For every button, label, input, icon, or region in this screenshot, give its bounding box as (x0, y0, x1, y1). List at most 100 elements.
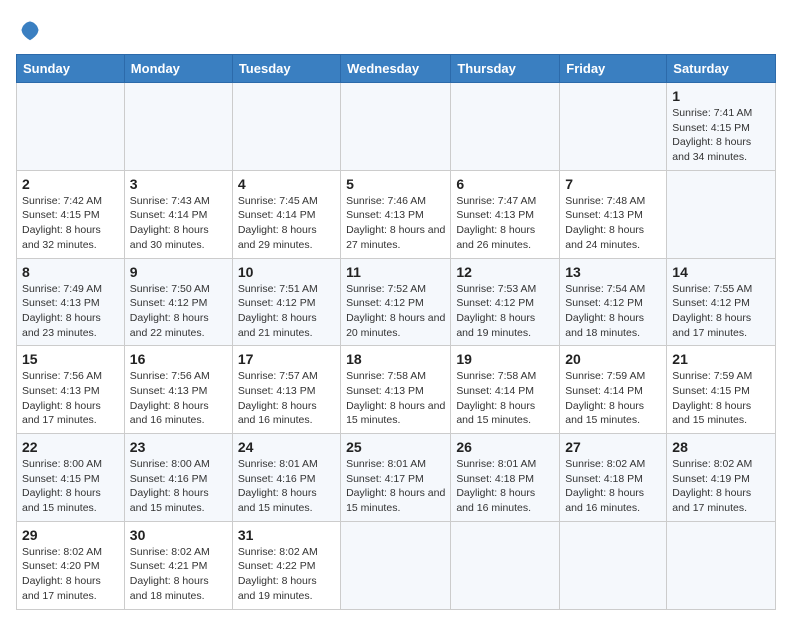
logo (16, 16, 48, 44)
day-cell-19: 19Sunrise: 7:58 AMSunset: 4:14 PMDayligh… (451, 346, 560, 434)
day-info: Sunrise: 7:48 AMSunset: 4:13 PMDaylight:… (565, 194, 661, 253)
day-info: Sunrise: 7:53 AMSunset: 4:12 PMDaylight:… (456, 282, 554, 341)
empty-cell (17, 83, 125, 171)
day-info: Sunrise: 8:01 AMSunset: 4:16 PMDaylight:… (238, 457, 335, 516)
weekday-header-row: SundayMondayTuesdayWednesdayThursdayFrid… (17, 55, 776, 83)
day-number: 13 (565, 264, 661, 280)
day-info: Sunrise: 7:58 AMSunset: 4:13 PMDaylight:… (346, 369, 445, 428)
day-info: Sunrise: 7:57 AMSunset: 4:13 PMDaylight:… (238, 369, 335, 428)
day-number: 6 (456, 176, 554, 192)
day-info: Sunrise: 8:00 AMSunset: 4:16 PMDaylight:… (130, 457, 227, 516)
day-cell-22: 22 Sunrise: 8:00 AMSunset: 4:15 PMDayligh… (17, 434, 125, 522)
day-cell-2: 2 Sunrise: 7:42 AMSunset: 4:15 PMDaylight… (17, 170, 125, 258)
day-number: 20 (565, 351, 661, 367)
day-number: 29 (22, 527, 119, 543)
day-number: 16 (130, 351, 227, 367)
day-info: Sunrise: 7:43 AMSunset: 4:14 PMDaylight:… (130, 194, 227, 253)
day-cell-16: 16 Sunrise: 7:56 AMSunset: 4:13 PMDayligh… (124, 346, 232, 434)
weekday-header-wednesday: Wednesday (341, 55, 451, 83)
day-number: 2 (22, 176, 119, 192)
empty-cell (667, 521, 776, 609)
day-cell-13: 13 Sunrise: 7:54 AMSunset: 4:12 PMDayligh… (560, 258, 667, 346)
day-cell-21: 21 Sunrise: 7:59 AMSunset: 4:15 PMDayligh… (667, 346, 776, 434)
day-info: Sunrise: 7:49 AMSunset: 4:13 PMDaylight:… (22, 282, 119, 341)
logo-icon (16, 16, 44, 44)
day-number: 4 (238, 176, 335, 192)
day-info: Sunrise: 8:02 AMSunset: 4:21 PMDaylight:… (130, 545, 227, 604)
day-cell-5: 5Sunrise: 7:46 AMSunset: 4:13 PMDaylight… (341, 170, 451, 258)
day-number: 24 (238, 439, 335, 455)
day-info: Sunrise: 7:52 AMSunset: 4:12 PMDaylight:… (346, 282, 445, 341)
weekday-header-tuesday: Tuesday (232, 55, 340, 83)
day-number: 25 (346, 439, 445, 455)
day-cell-20: 20 Sunrise: 7:59 AMSunset: 4:14 PMDayligh… (560, 346, 667, 434)
day-number: 1 (672, 88, 770, 104)
empty-cell (560, 83, 667, 171)
day-number: 18 (346, 351, 445, 367)
day-number: 31 (238, 527, 335, 543)
weekday-header-monday: Monday (124, 55, 232, 83)
empty-cell (124, 83, 232, 171)
empty-cell (232, 83, 340, 171)
day-info: Sunrise: 8:01 AMSunset: 4:18 PMDaylight:… (456, 457, 554, 516)
empty-cell (341, 83, 451, 171)
day-cell-17: 17 Sunrise: 7:57 AMSunset: 4:13 PMDayligh… (232, 346, 340, 434)
empty-cell (341, 521, 451, 609)
weekday-header-friday: Friday (560, 55, 667, 83)
day-cell-24: 24 Sunrise: 8:01 AMSunset: 4:16 PMDayligh… (232, 434, 340, 522)
day-number: 26 (456, 439, 554, 455)
weekday-header-sunday: Sunday (17, 55, 125, 83)
day-cell-10: 10 Sunrise: 7:51 AMSunset: 4:12 PMDayligh… (232, 258, 340, 346)
calendar-week-2: 8Sunrise: 7:49 AMSunset: 4:13 PMDaylight… (17, 258, 776, 346)
day-cell-18: 18 Sunrise: 7:58 AMSunset: 4:13 PMDayligh… (341, 346, 451, 434)
day-number: 10 (238, 264, 335, 280)
day-number: 5 (346, 176, 445, 192)
day-cell-14: 14Sunrise: 7:55 AMSunset: 4:12 PMDayligh… (667, 258, 776, 346)
day-number: 21 (672, 351, 770, 367)
day-cell-26: 26 Sunrise: 8:01 AMSunset: 4:18 PMDayligh… (451, 434, 560, 522)
day-cell-25: 25 Sunrise: 8:01 AMSunset: 4:17 PMDayligh… (341, 434, 451, 522)
day-info: Sunrise: 8:01 AMSunset: 4:17 PMDaylight:… (346, 457, 445, 516)
weekday-header-thursday: Thursday (451, 55, 560, 83)
day-info: Sunrise: 7:47 AMSunset: 4:13 PMDaylight:… (456, 194, 554, 253)
calendar-week-1: 2 Sunrise: 7:42 AMSunset: 4:15 PMDaylight… (17, 170, 776, 258)
day-info: Sunrise: 8:00 AMSunset: 4:15 PMDaylight:… (22, 457, 119, 516)
day-info: Sunrise: 7:59 AMSunset: 4:14 PMDaylight:… (565, 369, 661, 428)
day-info: Sunrise: 7:55 AMSunset: 4:12 PMDaylight:… (672, 282, 770, 341)
day-number: 30 (130, 527, 227, 543)
day-number: 11 (346, 264, 445, 280)
day-cell-29: 29Sunrise: 8:02 AMSunset: 4:20 PMDayligh… (17, 521, 125, 609)
empty-cell (451, 521, 560, 609)
day-info: Sunrise: 7:59 AMSunset: 4:15 PMDaylight:… (672, 369, 770, 428)
empty-cell (451, 83, 560, 171)
day-info: Sunrise: 7:58 AMSunset: 4:14 PMDaylight:… (456, 369, 554, 428)
day-info: Sunrise: 7:56 AMSunset: 4:13 PMDaylight:… (22, 369, 119, 428)
day-info: Sunrise: 7:45 AMSunset: 4:14 PMDaylight:… (238, 194, 335, 253)
day-info: Sunrise: 7:54 AMSunset: 4:12 PMDaylight:… (565, 282, 661, 341)
day-cell-12: 12 Sunrise: 7:53 AMSunset: 4:12 PMDayligh… (451, 258, 560, 346)
day-number: 22 (22, 439, 119, 455)
day-number: 27 (565, 439, 661, 455)
day-cell-1: 1 Sunrise: 7:41 AMSunset: 4:15 PMDaylight… (667, 83, 776, 171)
day-cell-15: 15Sunrise: 7:56 AMSunset: 4:13 PMDayligh… (17, 346, 125, 434)
day-cell-8: 8Sunrise: 7:49 AMSunset: 4:13 PMDaylight… (17, 258, 125, 346)
day-info: Sunrise: 7:41 AMSunset: 4:15 PMDaylight:… (672, 106, 770, 165)
day-number: 17 (238, 351, 335, 367)
day-info: Sunrise: 7:50 AMSunset: 4:12 PMDaylight:… (130, 282, 227, 341)
day-info: Sunrise: 8:02 AMSunset: 4:22 PMDaylight:… (238, 545, 335, 604)
day-cell-6: 6 Sunrise: 7:47 AMSunset: 4:13 PMDaylight… (451, 170, 560, 258)
header (16, 16, 776, 44)
day-number: 12 (456, 264, 554, 280)
day-number: 9 (130, 264, 227, 280)
day-info: Sunrise: 8:02 AMSunset: 4:18 PMDaylight:… (565, 457, 661, 516)
calendar-week-5: 29Sunrise: 8:02 AMSunset: 4:20 PMDayligh… (17, 521, 776, 609)
day-info: Sunrise: 8:02 AMSunset: 4:19 PMDaylight:… (672, 457, 770, 516)
day-cell-23: 23Sunrise: 8:00 AMSunset: 4:16 PMDayligh… (124, 434, 232, 522)
day-cell-7: 7Sunrise: 7:48 AMSunset: 4:13 PMDaylight… (560, 170, 667, 258)
weekday-header-saturday: Saturday (667, 55, 776, 83)
day-info: Sunrise: 7:42 AMSunset: 4:15 PMDaylight:… (22, 194, 119, 253)
calendar-week-3: 15Sunrise: 7:56 AMSunset: 4:13 PMDayligh… (17, 346, 776, 434)
day-info: Sunrise: 7:56 AMSunset: 4:13 PMDaylight:… (130, 369, 227, 428)
day-info: Sunrise: 7:51 AMSunset: 4:12 PMDaylight:… (238, 282, 335, 341)
day-cell-11: 11 Sunrise: 7:52 AMSunset: 4:12 PMDayligh… (341, 258, 451, 346)
